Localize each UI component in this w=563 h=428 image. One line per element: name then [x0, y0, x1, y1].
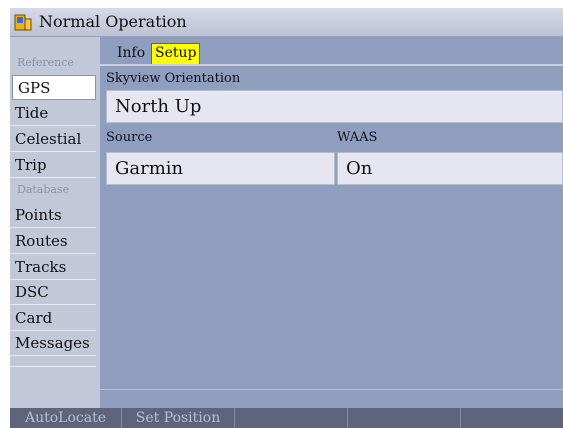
- sidebar-item-trip[interactable]: Trip: [10, 153, 96, 178]
- sidebar-divider: [10, 366, 96, 367]
- sidebar-header-reference: Reference: [17, 56, 74, 69]
- source-label: Source: [106, 130, 153, 145]
- sidebar-item-card[interactable]: Card: [10, 306, 96, 331]
- sidebar-item-messages[interactable]: Messages: [10, 331, 96, 356]
- sidebar-item-dsc[interactable]: DSC: [10, 280, 96, 305]
- tab-divider: [100, 64, 563, 66]
- sidebar-item-tracks[interactable]: Tracks: [10, 255, 96, 280]
- tab-info[interactable]: Info: [114, 43, 148, 63]
- window-title: Normal Operation: [39, 12, 187, 31]
- skyview-orientation-field[interactable]: North Up: [106, 90, 563, 123]
- sidebar-header-database: Database: [17, 183, 70, 196]
- source-field[interactable]: Garmin: [106, 152, 335, 185]
- tab-setup[interactable]: Setup: [151, 43, 201, 65]
- gps-device-icon: [14, 14, 32, 31]
- sidebar-item-routes[interactable]: Routes: [10, 229, 96, 254]
- softkey-empty-3[interactable]: [235, 408, 348, 428]
- sidebar-item-gps[interactable]: GPS: [12, 75, 96, 100]
- softkey-empty-5[interactable]: [461, 408, 563, 428]
- screen: Normal Operation Reference GPS Tide Cele…: [0, 0, 563, 428]
- softkey-autolocate[interactable]: AutoLocate: [10, 408, 122, 428]
- sidebar-item-celestial[interactable]: Celestial: [10, 127, 96, 152]
- softkey-bar: AutoLocate Set Position: [10, 408, 563, 428]
- softkey-set-position[interactable]: Set Position: [122, 408, 235, 428]
- tab-bar: Info Setup: [100, 37, 563, 65]
- sidebar: Reference GPS Tide Celestial Trip Databa…: [10, 37, 96, 408]
- title-bar: Normal Operation: [10, 8, 563, 37]
- sidebar-item-points[interactable]: Points: [10, 203, 96, 228]
- waas-field[interactable]: On: [337, 152, 563, 185]
- waas-label: WAAS: [337, 130, 378, 145]
- softkey-empty-4[interactable]: [348, 408, 461, 428]
- panel-divider: [100, 389, 563, 390]
- skyview-orientation-label: Skyview Orientation: [106, 71, 241, 86]
- main-panel: Info Setup Skyview Orientation North Up …: [96, 37, 563, 408]
- sidebar-item-tide[interactable]: Tide: [10, 101, 96, 126]
